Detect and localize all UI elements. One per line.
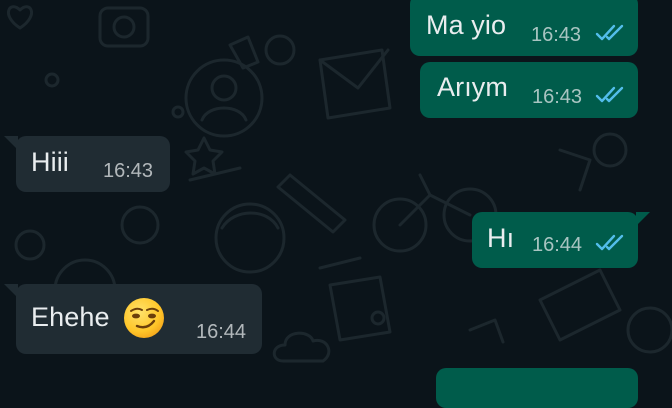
- message-text: Hı: [487, 223, 515, 253]
- message-bubble-incoming[interactable]: Ehehe 16:44: [4, 284, 262, 354]
- read-double-check-icon: [595, 234, 624, 251]
- message-text: Ehehe: [31, 302, 110, 332]
- message-text: Ma yio: [426, 10, 507, 40]
- read-double-check-icon: [595, 24, 624, 41]
- message-time: 16:44: [532, 234, 583, 256]
- bubble-tail: [636, 212, 650, 226]
- message-text: Arıym: [437, 72, 508, 102]
- message-text: Hiii: [31, 147, 69, 177]
- message-bubble-incoming[interactable]: Hiii 16:43: [4, 136, 170, 192]
- read-double-check-icon: [595, 86, 624, 103]
- message-time: 16:43: [531, 24, 582, 46]
- bubble-tail: [4, 284, 18, 298]
- message-bubble-outgoing[interactable]: Ma yio 16:43: [410, 0, 638, 56]
- message-time: 16:43: [532, 86, 583, 108]
- message-time: 16:44: [196, 321, 247, 343]
- bubble-tail: [4, 136, 18, 150]
- message-bubble-outgoing-partial[interactable]: [436, 368, 638, 408]
- message-bubble-outgoing[interactable]: Hı 16:44: [472, 212, 650, 268]
- message-time: 16:43: [103, 160, 154, 182]
- smirking-face-emoji-icon: [124, 298, 164, 338]
- message-bubble-outgoing[interactable]: Arıym 16:43: [420, 62, 638, 118]
